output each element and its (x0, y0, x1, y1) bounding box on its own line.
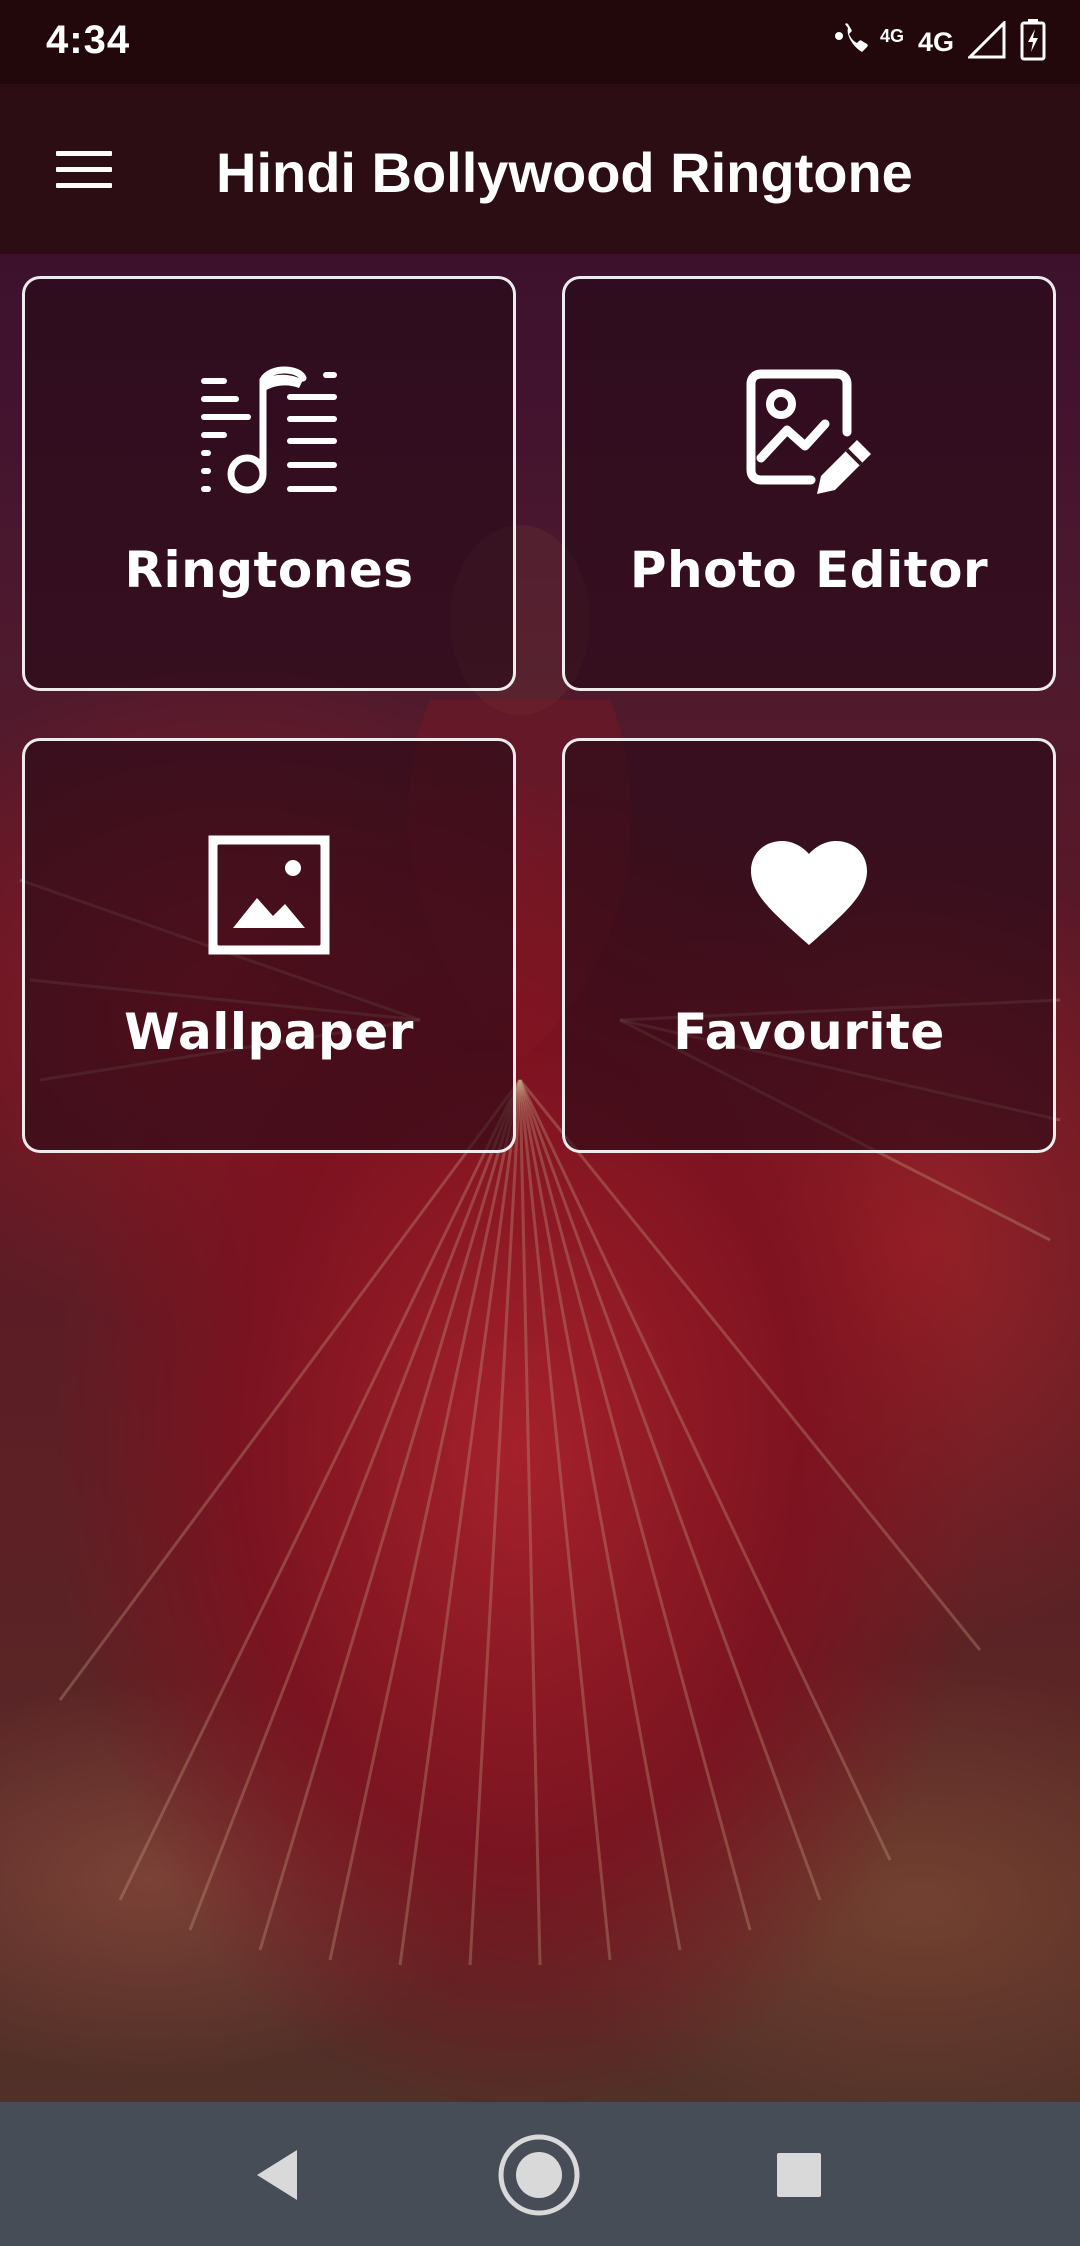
image-edit-icon (734, 357, 884, 507)
app-bar: Hindi Bollywood Ringtone (0, 84, 1080, 254)
heart-icon (734, 819, 884, 969)
ringtones-label: Ringtones (124, 541, 414, 599)
status-bar: 4:34 4G 4G (0, 0, 1080, 84)
wallpaper-icon (194, 819, 344, 969)
wallpaper-tile[interactable]: Wallpaper (22, 738, 516, 1153)
signal-icon (966, 19, 1006, 63)
volte-call-icon (834, 20, 878, 64)
favourite-tile[interactable]: Favourite (562, 738, 1056, 1153)
photo-editor-tile[interactable]: Photo Editor (562, 276, 1056, 691)
recents-square-icon[interactable] (754, 2130, 844, 2220)
ringtones-tile[interactable]: Ringtones (22, 276, 516, 691)
app-title: Hindi Bollywood Ringtone (216, 141, 913, 204)
hamburger-menu-icon[interactable] (40, 134, 128, 204)
back-triangle-icon[interactable] (232, 2130, 322, 2220)
network-type-label: 4G (917, 26, 954, 57)
call-network-label: 4G (879, 25, 904, 46)
music-list-icon (194, 357, 344, 507)
wallpaper-label: Wallpaper (124, 1003, 414, 1061)
system-nav-bar (0, 2102, 1080, 2246)
favourite-label: Favourite (673, 1003, 945, 1061)
home-circle-icon[interactable] (494, 2130, 584, 2220)
status-time: 4:34 (46, 18, 131, 62)
photo-editor-label: Photo Editor (629, 541, 989, 599)
battery-charging-icon (1020, 19, 1046, 65)
status-icons: 4G 4G (834, 16, 1046, 68)
